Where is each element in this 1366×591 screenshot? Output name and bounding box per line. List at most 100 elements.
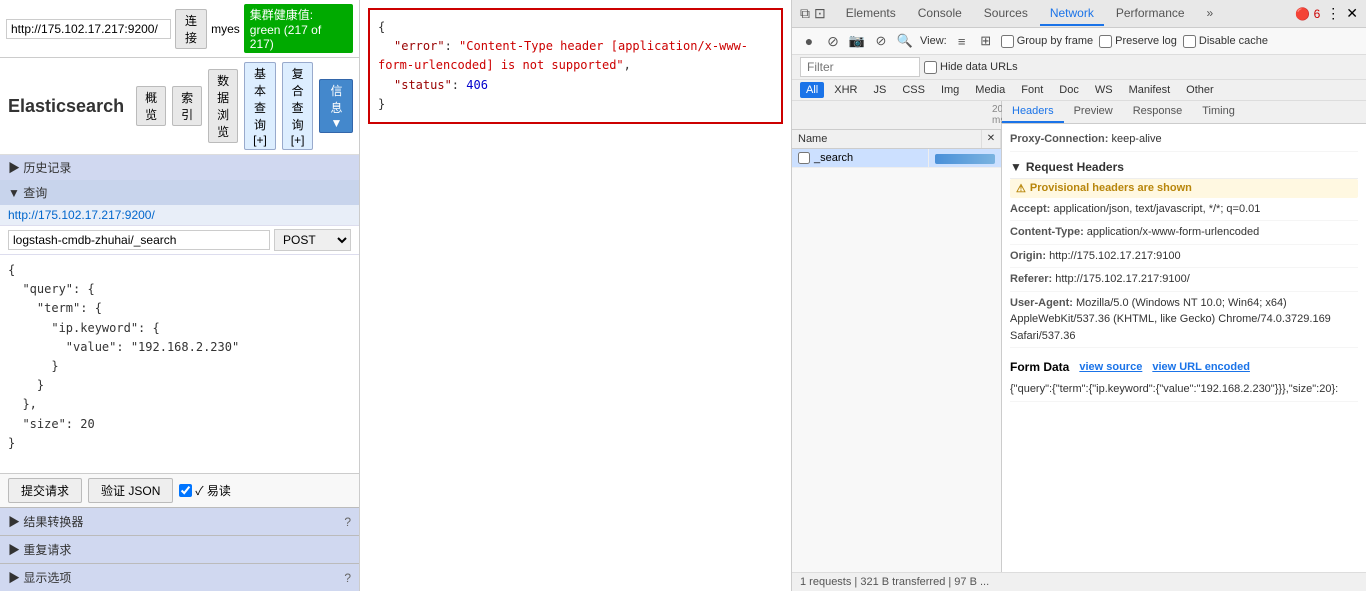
detail-tabs: Headers Preview Response Timing xyxy=(1002,101,1366,124)
search-button[interactable]: 🔍 xyxy=(896,32,914,50)
headers-content: Proxy-Connection: keep-alive ▼ Request H… xyxy=(1002,124,1366,572)
username-label: myes xyxy=(211,22,240,36)
network-table-header: Name ✕ xyxy=(792,130,1001,149)
basic-query-button[interactable]: 基本查询 [+] xyxy=(244,62,276,150)
content-type-row: Content-Type: application/x-www-form-url… xyxy=(1010,221,1358,245)
detail-tab-response[interactable]: Response xyxy=(1123,101,1193,123)
easy-read-input[interactable] xyxy=(179,484,192,497)
easy-read-checkbox[interactable]: ✓ 易读 xyxy=(179,482,231,499)
index-button[interactable]: 索引 xyxy=(172,86,202,126)
info-button[interactable]: 信息 ▼ xyxy=(319,79,353,133)
filter-img[interactable]: Img xyxy=(935,82,965,98)
filter-ws[interactable]: WS xyxy=(1089,82,1119,98)
result-transformer-help[interactable]: ? xyxy=(344,515,351,529)
network-type-filter-bar: All XHR JS CSS Img Media Font Doc WS Man… xyxy=(792,80,1366,101)
preserve-log-checkbox[interactable]: Preserve log xyxy=(1099,35,1177,48)
detail-tab-preview[interactable]: Preview xyxy=(1064,101,1123,123)
tab-more[interactable]: » xyxy=(1197,2,1224,26)
tab-network[interactable]: Network xyxy=(1040,2,1104,26)
record-button[interactable]: ● xyxy=(800,32,818,50)
group-by-frame-label: Group by frame xyxy=(1017,35,1093,47)
submit-button[interactable]: 提交请求 xyxy=(8,478,82,503)
request-headers-title-text: Request Headers xyxy=(1026,160,1124,174)
view-grid-icon[interactable]: ⊞ xyxy=(977,32,995,50)
form-data-header: Form Data view source view URL encoded xyxy=(1010,356,1358,378)
disable-cache-checkbox[interactable]: Disable cache xyxy=(1183,35,1268,48)
title-bar: Elasticsearch 概览 索引 数据浏览 基本查询 [+] 复合查询 [… xyxy=(0,58,359,155)
repeat-request-row[interactable]: ▶ 重复请求 xyxy=(0,535,359,563)
repeat-request-label: ▶ 重复请求 xyxy=(8,541,71,558)
connect-button[interactable]: 连接 xyxy=(175,9,207,49)
devtools-icon-settings[interactable]: ⊡ xyxy=(814,5,826,22)
filter-css[interactable]: CSS xyxy=(896,82,931,98)
accept-val: application/json, text/javascript, */*; … xyxy=(1053,203,1260,215)
left-panel: 连接 myes 集群健康值: green (217 of 217) Elasti… xyxy=(0,0,360,591)
display-options-help[interactable]: ? xyxy=(344,571,351,585)
network-list-panel: 20 ms 40 ms 60 ms 80 ms 100 ms Name ✕ _s… xyxy=(792,101,1002,572)
network-row-checkbox[interactable] xyxy=(798,152,810,164)
camera-button[interactable]: 📷 xyxy=(848,32,866,50)
group-by-frame-checkbox[interactable]: Group by frame xyxy=(1001,35,1093,48)
response-error-key: "error" xyxy=(394,39,445,53)
tab-elements[interactable]: Elements xyxy=(836,2,906,26)
filter-doc[interactable]: Doc xyxy=(1053,82,1085,98)
result-transformer-row[interactable]: ▶ 结果转换器 ? xyxy=(0,507,359,535)
complex-query-button[interactable]: 复合查询 [+] xyxy=(282,62,314,150)
disable-cache-input[interactable] xyxy=(1183,35,1196,48)
hide-data-checkbox[interactable]: Hide data URLs xyxy=(924,61,1018,74)
preserve-log-label: Preserve log xyxy=(1115,35,1177,47)
result-transformer-label: ▶ 结果转换器 xyxy=(8,513,83,530)
filter-all[interactable]: All xyxy=(800,82,824,98)
app-title: Elasticsearch xyxy=(8,96,124,117)
display-options-row[interactable]: ▶ 显示选项 ? xyxy=(0,563,359,591)
filter-input[interactable] xyxy=(800,57,920,77)
query-url-row: http://175.102.17.217:9200/ xyxy=(0,205,359,226)
network-row-bar xyxy=(929,149,1001,167)
filter-xhr[interactable]: XHR xyxy=(828,82,863,98)
tab-sources[interactable]: Sources xyxy=(974,2,1038,26)
devtools-menu-icon[interactable]: ⋮ xyxy=(1326,5,1340,22)
overview-button[interactable]: 概览 xyxy=(136,86,166,126)
url-input[interactable] xyxy=(6,19,171,39)
query-section[interactable]: ▼ 查询 xyxy=(0,180,359,205)
view-url-encoded-link[interactable]: view URL encoded xyxy=(1152,361,1250,373)
stop-button[interactable]: ⊘ xyxy=(824,32,842,50)
filter-icon-btn[interactable]: ⊘ xyxy=(872,32,890,50)
query-path-input[interactable] xyxy=(8,230,270,250)
devtools-icon-dock[interactable]: ⧉ xyxy=(800,5,810,22)
user-agent-row: User-Agent: Mozilla/5.0 (Windows NT 10.0… xyxy=(1010,292,1358,349)
network-row-name: _search xyxy=(792,149,929,167)
preserve-log-input[interactable] xyxy=(1099,35,1112,48)
response-panel: { "error": "Content-Type header [applica… xyxy=(360,0,792,591)
col-close-btn[interactable]: ✕ xyxy=(982,130,1001,148)
filter-manifest[interactable]: Manifest xyxy=(1123,82,1177,98)
view-list-icon[interactable]: ≡ xyxy=(953,32,971,50)
data-browse-button[interactable]: 数据浏览 xyxy=(208,69,238,143)
devtools-close-icon[interactable]: ✕ xyxy=(1346,5,1358,22)
filter-media[interactable]: Media xyxy=(969,82,1011,98)
accept-row: Accept: application/json, text/javascrip… xyxy=(1010,198,1358,222)
request-headers-collapse-icon[interactable]: ▼ xyxy=(1010,160,1022,174)
history-label: ▶ 历史记录 xyxy=(8,159,71,176)
tab-console[interactable]: Console xyxy=(908,2,972,26)
detail-tab-headers[interactable]: Headers xyxy=(1002,101,1064,123)
filter-font[interactable]: Font xyxy=(1015,82,1049,98)
view-source-link[interactable]: view source xyxy=(1079,361,1142,373)
warning-icon: ⚠ xyxy=(1016,182,1026,195)
query-url: http://175.102.17.217:9200/ xyxy=(8,208,155,222)
network-row-search[interactable]: _search xyxy=(792,149,1001,168)
tab-performance[interactable]: Performance xyxy=(1106,2,1195,26)
validate-button[interactable]: 验证 JSON xyxy=(88,478,173,503)
response-status-key: "status" xyxy=(394,78,452,92)
method-select[interactable]: POST GET PUT DELETE xyxy=(274,229,351,251)
response-brace-open: { xyxy=(378,20,385,34)
code-editor[interactable]: { "query": { "term": { "ip.keyword": { "… xyxy=(0,255,359,473)
history-section[interactable]: ▶ 历史记录 xyxy=(0,155,359,180)
filter-other[interactable]: Other xyxy=(1180,82,1220,98)
form-data-section: Form Data view source view URL encoded {… xyxy=(1010,356,1358,402)
detail-tab-timing[interactable]: Timing xyxy=(1192,101,1245,123)
filter-js[interactable]: JS xyxy=(867,82,892,98)
request-headers-title: ▼ Request Headers xyxy=(1010,156,1358,179)
group-by-frame-input[interactable] xyxy=(1001,35,1014,48)
hide-data-input[interactable] xyxy=(924,61,937,74)
